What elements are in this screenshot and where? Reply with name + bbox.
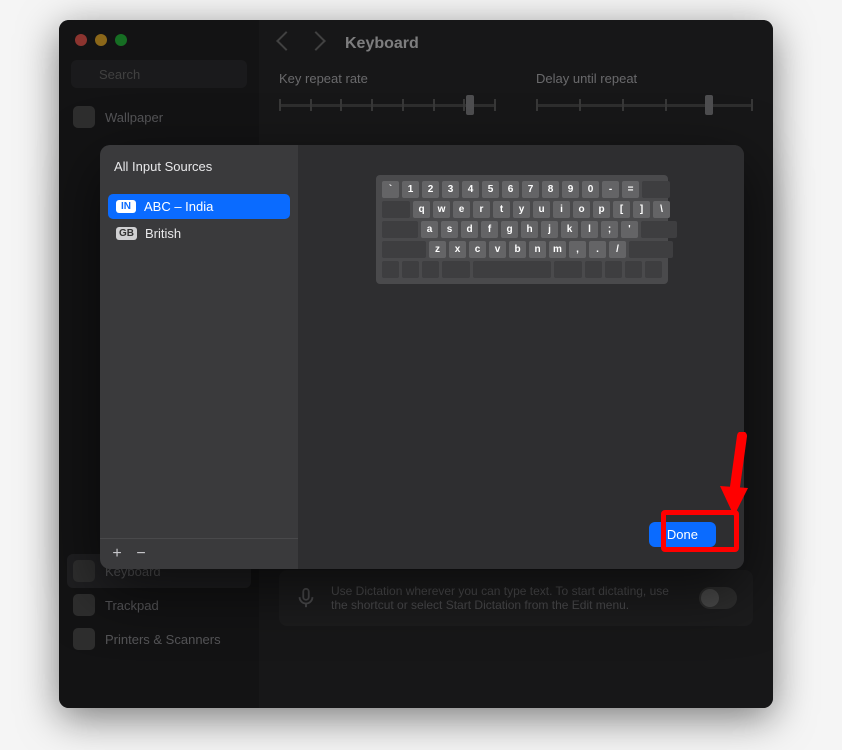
input-source-list: IN ABC – India GB British xyxy=(100,184,298,538)
keyboard-key: u xyxy=(533,201,550,218)
keyboard-key: o xyxy=(573,201,590,218)
keyboard-key: , xyxy=(569,241,586,258)
keyboard-key xyxy=(402,261,419,278)
keyboard-key: m xyxy=(549,241,566,258)
modal-footer: + − xyxy=(100,538,298,569)
keyboard-key: 0 xyxy=(582,181,599,198)
keyboard-key: t xyxy=(493,201,510,218)
remove-source-button[interactable]: − xyxy=(130,543,152,565)
keyboard-key: 5 xyxy=(482,181,499,198)
keyboard-key: v xyxy=(489,241,506,258)
keyboard-key: i xyxy=(553,201,570,218)
keyboard-key: w xyxy=(433,201,450,218)
keyboard-key: [ xyxy=(613,201,630,218)
keyboard-key: r xyxy=(473,201,490,218)
keyboard-key: s xyxy=(441,221,458,238)
keyboard-key: 7 xyxy=(522,181,539,198)
keyboard-key xyxy=(642,181,670,198)
keyboard-key: 2 xyxy=(422,181,439,198)
keyboard-key: = xyxy=(622,181,639,198)
input-source-label: British xyxy=(145,226,181,241)
keyboard-key: j xyxy=(541,221,558,238)
keyboard-key xyxy=(625,261,642,278)
keyboard-key xyxy=(382,221,418,238)
input-source-label: ABC – India xyxy=(144,199,213,214)
keyboard-key: / xyxy=(609,241,626,258)
input-sources-modal: All Input Sources IN ABC – India GB Brit… xyxy=(100,145,744,569)
keyboard-key: ] xyxy=(633,201,650,218)
done-button[interactable]: Done xyxy=(649,522,716,547)
keyboard-key: . xyxy=(589,241,606,258)
keyboard-key: 6 xyxy=(502,181,519,198)
add-source-button[interactable]: + xyxy=(106,543,128,565)
keyboard-key: - xyxy=(602,181,619,198)
keyboard-key xyxy=(382,241,426,258)
keyboard-key xyxy=(422,261,439,278)
keyboard-key: a xyxy=(421,221,438,238)
keyboard-key: n xyxy=(529,241,546,258)
input-source-item[interactable]: GB British xyxy=(108,221,290,246)
input-source-badge: GB xyxy=(116,227,137,240)
keyboard-key xyxy=(585,261,602,278)
keyboard-key: d xyxy=(461,221,478,238)
keyboard-key: 4 xyxy=(462,181,479,198)
modal-sidebar: All Input Sources IN ABC – India GB Brit… xyxy=(100,145,298,569)
keyboard-key: q xyxy=(413,201,430,218)
keyboard-key: y xyxy=(513,201,530,218)
keyboard-key: l xyxy=(581,221,598,238)
keyboard-key: f xyxy=(481,221,498,238)
keyboard-key xyxy=(382,261,399,278)
keyboard-key: p xyxy=(593,201,610,218)
keyboard-key: 9 xyxy=(562,181,579,198)
keyboard-key: e xyxy=(453,201,470,218)
keyboard-key xyxy=(382,201,410,218)
keyboard-key: 3 xyxy=(442,181,459,198)
keyboard-key: 8 xyxy=(542,181,559,198)
modal-preview-panel: `1234567890-= qwertyuiop[]\ asdfghjkl;' zxc… xyxy=(298,145,744,569)
keyboard-key: h xyxy=(521,221,538,238)
input-source-badge: IN xyxy=(116,200,136,213)
keyboard-key xyxy=(641,221,677,238)
keyboard-key: ` xyxy=(382,181,399,198)
keyboard-key xyxy=(554,261,582,278)
keyboard-key xyxy=(473,261,551,278)
keyboard-key: ; xyxy=(601,221,618,238)
keyboard-key: \ xyxy=(653,201,670,218)
keyboard-key: 1 xyxy=(402,181,419,198)
keyboard-key: g xyxy=(501,221,518,238)
keyboard-key: ' xyxy=(621,221,638,238)
keyboard-key xyxy=(629,241,673,258)
keyboard-key: k xyxy=(561,221,578,238)
modal-title: All Input Sources xyxy=(100,145,298,184)
keyboard-preview: `1234567890-= qwertyuiop[]\ asdfghjkl;' zxc… xyxy=(376,175,668,284)
keyboard-key: b xyxy=(509,241,526,258)
keyboard-key: x xyxy=(449,241,466,258)
keyboard-key: z xyxy=(429,241,446,258)
keyboard-key xyxy=(645,261,662,278)
input-source-item[interactable]: IN ABC – India xyxy=(108,194,290,219)
keyboard-key xyxy=(442,261,470,278)
keyboard-key: c xyxy=(469,241,486,258)
keyboard-key xyxy=(605,261,622,278)
